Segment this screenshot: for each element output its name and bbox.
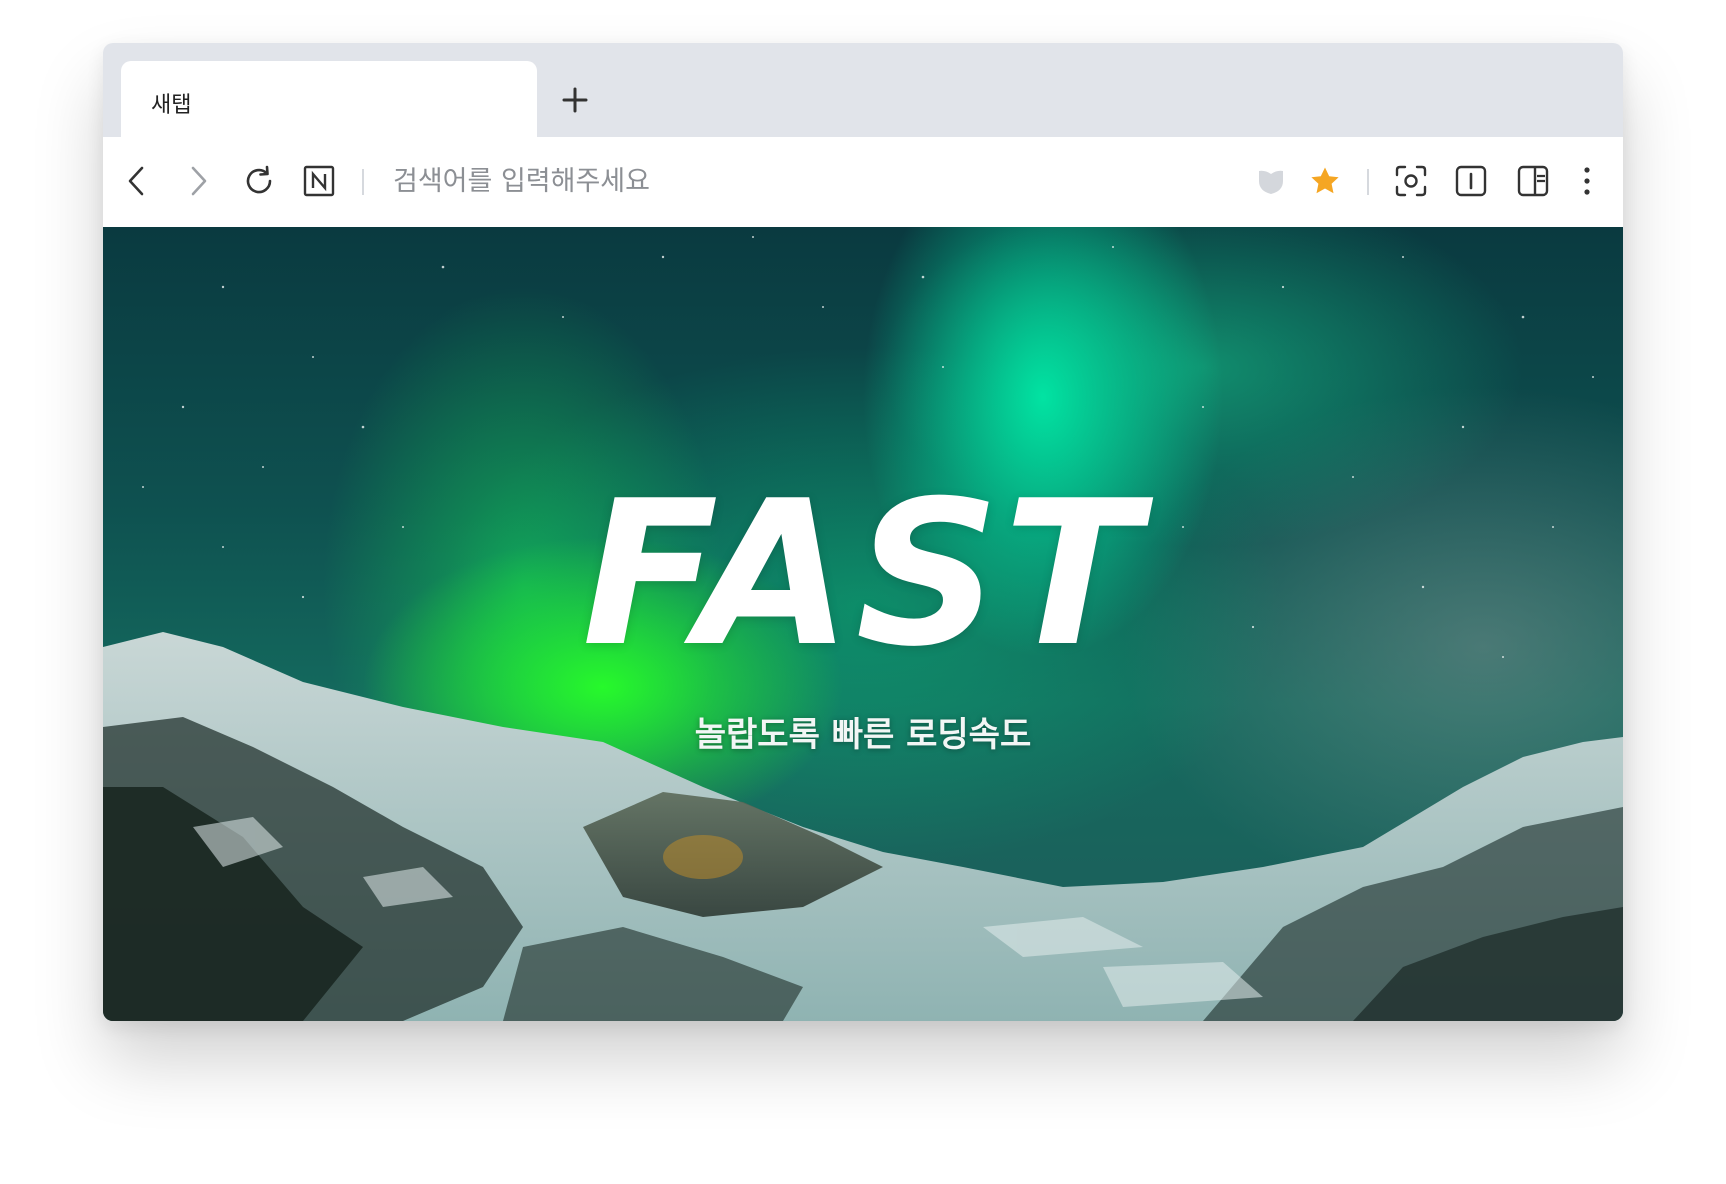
forward-button[interactable] [178, 161, 218, 201]
side-panel-button[interactable] [1513, 161, 1553, 201]
bookmark-button[interactable] [1305, 161, 1345, 201]
more-vertical-icon [1584, 167, 1590, 195]
toolbar-divider [1367, 169, 1369, 195]
chevron-left-icon [128, 166, 144, 196]
reload-button[interactable] [239, 161, 279, 201]
tab-strip: 새탭 [103, 43, 1623, 137]
back-button[interactable] [117, 161, 157, 201]
address-bar-input[interactable] [393, 159, 1213, 203]
capture-button[interactable] [1391, 161, 1431, 201]
tab-title: 새탭 [151, 92, 192, 117]
menu-button[interactable] [1567, 161, 1607, 201]
chevron-right-icon [191, 166, 207, 196]
reload-icon [246, 165, 272, 194]
tab-new-tab[interactable]: 새탭 [121, 61, 537, 137]
reader-mode-icon [1455, 165, 1487, 197]
plus-icon [562, 87, 588, 113]
home-button[interactable] [299, 161, 339, 201]
naver-n-icon [303, 165, 335, 197]
hero-subtitle: 놀랍도록 빠른 로딩속도 [694, 715, 1032, 755]
page-content: FAST 놀랍도록 빠른 로딩속도 [103, 227, 1623, 1021]
shield-button[interactable] [1251, 161, 1291, 201]
toolbar-divider [362, 169, 364, 195]
hero-title: FAST [581, 458, 1145, 691]
browser-window: 새탭 검색어를 입력해주세요 FAST 놀랍도록 빠른 로딩속도 [103, 43, 1623, 1021]
capture-icon [1395, 165, 1427, 197]
new-tab-button[interactable] [555, 80, 595, 120]
side-panel-icon [1517, 165, 1549, 197]
star-icon [1311, 167, 1339, 194]
toolbar [103, 137, 1623, 227]
shield-icon [1259, 170, 1283, 194]
reader-button[interactable] [1451, 161, 1491, 201]
